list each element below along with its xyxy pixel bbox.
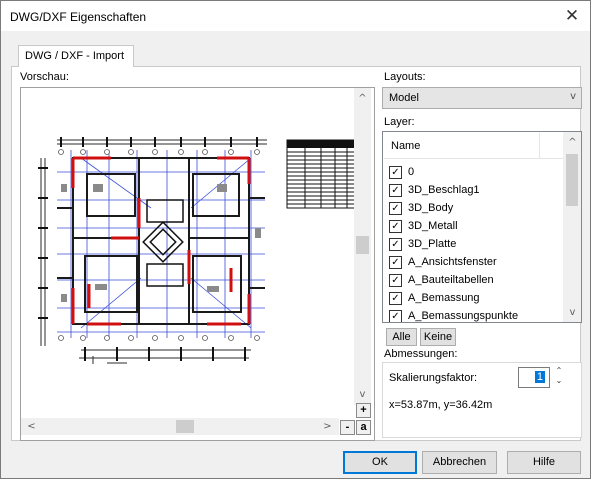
preview-canvas[interactable] bbox=[20, 87, 375, 441]
layer-row[interactable]: ✓ A_Bemassung bbox=[388, 290, 564, 308]
dimensions-label: Abmessungen: bbox=[384, 348, 458, 360]
zoom-all-button[interactable]: a bbox=[356, 420, 371, 435]
column-header-name: Name bbox=[391, 140, 421, 152]
chevron-up-icon[interactable]: ^ bbox=[564, 134, 581, 151]
select-all-button[interactable]: Alle bbox=[386, 328, 417, 346]
layouts-dropdown[interactable]: Model v bbox=[382, 87, 582, 109]
ok-button[interactable]: OK bbox=[343, 451, 417, 474]
chevron-left-icon[interactable]: < bbox=[23, 418, 40, 435]
layer-name: 3D_Body bbox=[408, 202, 454, 214]
stepper-up-icon[interactable]: ⌃ bbox=[553, 366, 565, 376]
chevron-down-icon: v bbox=[570, 91, 576, 102]
layer-row[interactable]: ✓ 3D_Platte bbox=[388, 236, 564, 254]
layer-row[interactable]: ✓ A_Bemassungspunkte bbox=[388, 308, 564, 322]
horizontal-scroll-thumb[interactable] bbox=[176, 420, 194, 433]
layer-checkbox[interactable]: ✓ bbox=[389, 256, 402, 269]
layer-checkbox[interactable]: ✓ bbox=[389, 310, 402, 322]
layer-checkbox[interactable]: ✓ bbox=[389, 292, 402, 305]
layer-name: A_Bauteiltabellen bbox=[408, 274, 494, 286]
zoom-out-button[interactable]: - bbox=[340, 420, 355, 435]
tab-label: DWG / DXF - Import bbox=[25, 50, 124, 62]
layer-checkbox[interactable]: ✓ bbox=[389, 238, 402, 251]
preview-horizontal-scrollbar[interactable]: < > bbox=[21, 418, 339, 435]
vertical-scroll-thumb[interactable] bbox=[356, 236, 369, 254]
chevron-up-icon[interactable]: ^ bbox=[354, 90, 371, 107]
layer-checkbox[interactable]: ✓ bbox=[389, 184, 402, 197]
layer-list-scrollbar[interactable]: ^ v bbox=[563, 132, 581, 322]
layer-rows: ✓ 0 ✓ 3D_Beschlag1 ✓ 3D_Body ✓ 3D_Metall ✓ 3D_Pla… bbox=[388, 164, 564, 322]
layer-list-header[interactable]: Name bbox=[384, 133, 564, 159]
layer-checkbox[interactable]: ✓ bbox=[389, 202, 402, 215]
cancel-button[interactable]: Abbrechen bbox=[422, 451, 497, 474]
window-title: DWG/DXF Eigenschaften bbox=[10, 10, 147, 24]
layer-label: Layer: bbox=[384, 116, 415, 128]
layer-list[interactable]: Name ✓ 0 ✓ 3D_Beschlag1 ✓ 3D_Body ✓ 3D_Metall ✓ 3… bbox=[382, 131, 582, 323]
layer-checkbox[interactable]: ✓ bbox=[389, 274, 402, 287]
layer-row[interactable]: ✓ A_Ansichtsfenster bbox=[388, 254, 564, 272]
help-button[interactable]: Hilfe bbox=[507, 451, 581, 474]
layer-row[interactable]: ✓ 3D_Beschlag1 bbox=[388, 182, 564, 200]
legend-table bbox=[286, 139, 358, 209]
layer-scroll-thumb[interactable] bbox=[566, 154, 578, 206]
preview-label: Vorschau: bbox=[20, 71, 69, 83]
layer-name: 3D_Platte bbox=[408, 238, 457, 250]
dimensions-size-text: x=53.87m, y=36.42m bbox=[389, 399, 493, 411]
layer-checkbox[interactable]: ✓ bbox=[389, 220, 402, 233]
chevron-down-icon[interactable]: v bbox=[354, 386, 371, 403]
zoom-in-button[interactable]: + bbox=[356, 403, 371, 418]
stepper-down-icon[interactable]: ⌄ bbox=[553, 376, 565, 386]
scale-factor-input[interactable]: 1 bbox=[518, 367, 550, 388]
chevron-down-icon[interactable]: v bbox=[564, 304, 581, 321]
chevron-right-icon[interactable]: > bbox=[319, 418, 336, 435]
layer-name: 0 bbox=[408, 166, 415, 178]
tab-dwg-dxf-import[interactable]: DWG / DXF - Import bbox=[18, 45, 134, 67]
column-divider bbox=[539, 133, 540, 159]
layer-row[interactable]: ✓ 3D_Body bbox=[388, 200, 564, 218]
scale-factor-label: Skalierungsfaktor: bbox=[389, 372, 478, 384]
dialog-window: DWG/DXF Eigenschaften ✕ DWG / DXF - Impo… bbox=[0, 0, 591, 479]
close-icon[interactable]: ✕ bbox=[560, 4, 584, 28]
preview-vertical-scrollbar[interactable]: ^ v bbox=[354, 88, 371, 405]
layer-row[interactable]: ✓ 0 bbox=[388, 164, 564, 182]
layer-name: A_Bemassungspunkte bbox=[408, 310, 519, 322]
layer-name: A_Bemassung bbox=[408, 292, 480, 304]
layer-row[interactable]: ✓ 3D_Metall bbox=[388, 218, 564, 236]
layer-checkbox[interactable]: ✓ bbox=[389, 166, 402, 179]
scale-factor-stepper[interactable]: ⌃ ⌄ bbox=[553, 366, 565, 388]
layouts-label: Layouts: bbox=[384, 71, 426, 83]
floor-plan-drawing bbox=[38, 137, 358, 364]
layer-name: A_Ansichtsfenster bbox=[408, 256, 497, 268]
scale-factor-value: 1 bbox=[534, 371, 545, 383]
title-bar: DWG/DXF Eigenschaften ✕ bbox=[1, 1, 590, 31]
layer-name: 3D_Beschlag1 bbox=[408, 184, 480, 196]
layouts-selected: Model bbox=[389, 92, 419, 104]
select-none-button[interactable]: Keine bbox=[420, 328, 456, 346]
layer-row[interactable]: ✓ A_Bauteiltabellen bbox=[388, 272, 564, 290]
layer-name: 3D_Metall bbox=[408, 220, 458, 232]
